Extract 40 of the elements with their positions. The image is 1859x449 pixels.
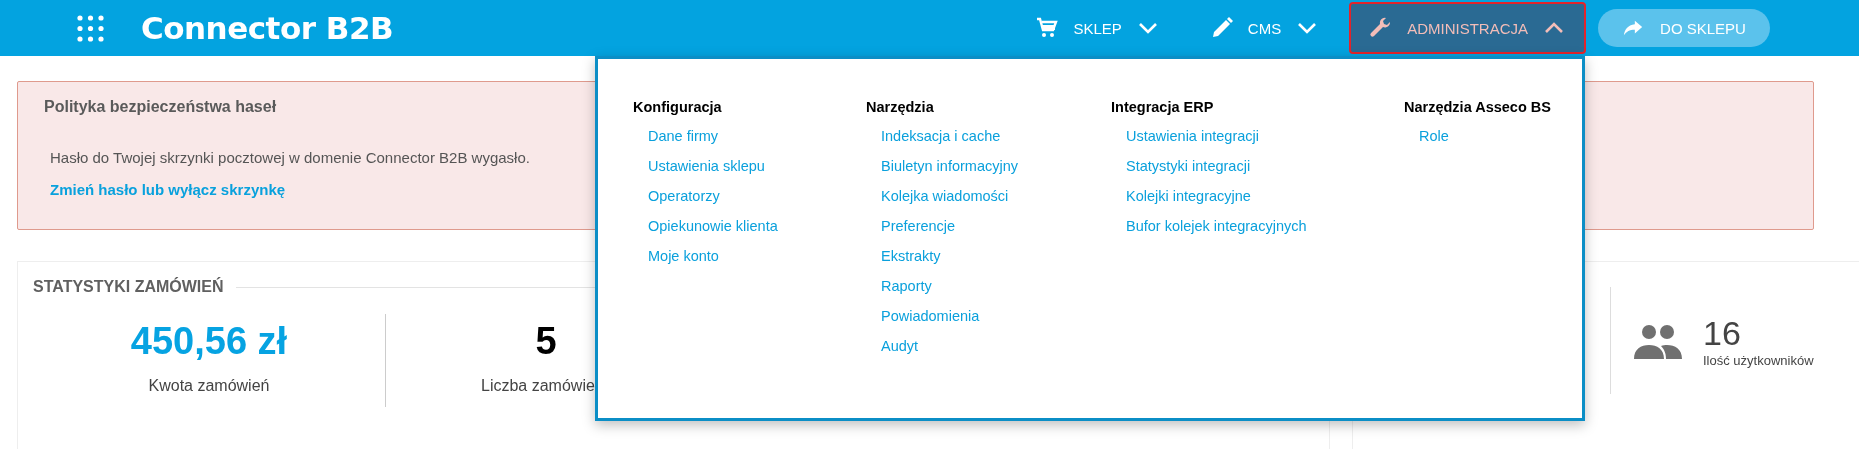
menu-link[interactable]: Indeksacja i cache [881,121,1001,151]
menu-heading: Narzędzia [866,99,934,115]
menu-heading: Konfiguracja [633,99,722,115]
menu-link[interactable]: Dane firmy [648,121,719,151]
logo[interactable]: Connector B2B [141,10,394,46]
cart-icon [1035,16,1060,40]
menu-link[interactable]: Bufor kolejek integracyjnych [1126,211,1307,241]
menu-link[interactable]: Moje konto [648,241,719,271]
stat-label: Kwota zamówień [147,377,271,395]
stat-label: Liczba zamówie [481,377,596,395]
menu-heading: Integracja ERP [1111,99,1214,115]
menu-link[interactable]: Operatorzy [648,181,720,211]
menu-link[interactable]: Preferencje [881,211,956,241]
nav-menu-button[interactable]: SKLEP [1015,2,1180,54]
menu-link[interactable]: Raporty [881,271,932,301]
change-password-link[interactable]: Zmień hasło lub wyłącz skrzynkę [50,181,286,198]
menu-link[interactable]: Opiekunowie klienta [648,211,778,241]
stat-value: 5 [534,320,558,363]
menu-link[interactable]: Powiadomienia [881,301,980,331]
menu-link[interactable]: Ekstrakty [881,241,941,271]
menu-link[interactable]: Statystyki integracji [1126,151,1251,181]
card-title: STATYSTYKI ZAMÓWIEŃ [33,278,224,296]
stat-value: 450,56 zł [129,320,289,363]
stat-label: Ilość użytkowników [1703,352,1814,368]
apps-grid-icon[interactable] [77,14,104,42]
menu-link[interactable]: Ustawienia integracji [1126,121,1259,151]
menu-link[interactable]: Kolejki integracyjne [1126,181,1251,211]
menu-link[interactable]: Biuletyn informacyjny [881,151,1018,181]
nav-menu-button[interactable]: CMS [1189,2,1340,54]
nav-menu-button[interactable]: ADMINISTRACJA [1349,2,1586,54]
alert-message: Hasło do Twojej skrzynki pocztowej w domenie Connector B2B wygasło. [50,149,530,166]
shop-button[interactable]: DO SKLEPU [1598,9,1770,47]
users-icon [1633,322,1683,359]
alert-title: Polityka bezpieczeństwa haseł [44,98,277,116]
menu-link[interactable]: Kolejka wiadomości [881,181,1009,211]
menu-link[interactable]: Audyt [881,331,919,361]
stat-value: 16 [1703,313,1742,353]
menu-heading: Narzędzia Asseco BS [1404,99,1551,115]
menu-link[interactable]: Ustawienia sklepu [648,151,765,181]
menu-link[interactable]: Role [1419,121,1449,151]
